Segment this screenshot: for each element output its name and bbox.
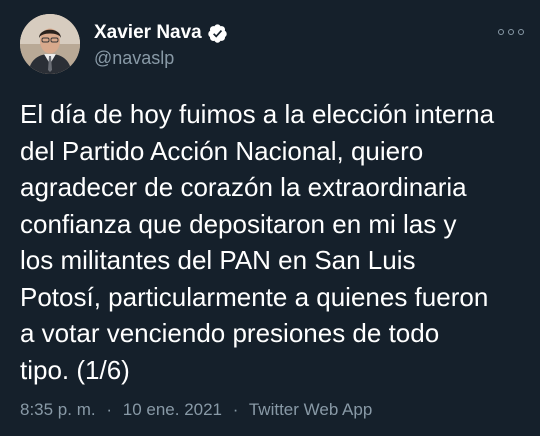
display-name-row: Xavier Nava: [94, 20, 228, 46]
author-handle[interactable]: @navaslp: [94, 48, 228, 69]
tweet-meta: 8:35 p. m. · 10 ene. 2021 · Twitter Web …: [20, 400, 372, 420]
meta-separator: ·: [232, 400, 239, 419]
tweet-time[interactable]: 8:35 p. m.: [20, 400, 96, 419]
more-dot: [518, 29, 524, 35]
more-dot: [508, 29, 514, 35]
tweet-text-line: Potosí, particularmente a quienes fueron: [20, 281, 489, 312]
tweet-text-line: a votar venciendo presiones de todo: [20, 318, 440, 348]
tweet-text-line: tipo. (1/6): [20, 354, 130, 385]
avatar[interactable]: [20, 14, 80, 74]
more-dot: [498, 29, 504, 35]
tweet-date[interactable]: 10 ene. 2021: [123, 400, 222, 419]
meta-separator: ·: [106, 400, 113, 419]
tweet-header: Xavier Nava @navaslp: [20, 14, 530, 78]
tweet-text-line: El día de hoy fuimos a la elección inter…: [20, 99, 495, 129]
more-options-icon[interactable]: [498, 26, 524, 38]
tweet-source[interactable]: Twitter Web App: [249, 400, 372, 419]
display-name[interactable]: Xavier Nava: [94, 22, 202, 44]
tweet-text-line: agradecer de corazón la extraordinaria: [20, 172, 467, 202]
tweet-text-line: del Partido Acción Nacional, quiero: [20, 135, 424, 166]
tweet-text: El día de hoy fuimos a la elección inter…: [20, 96, 530, 388]
tweet-text-line: los militantes del PAN en San Luis: [20, 245, 416, 275]
author-names: Xavier Nava @navaslp: [94, 20, 228, 69]
profile-photo: [20, 14, 80, 74]
tweet-card: Xavier Nava @navaslp El día de hoy fuimo…: [0, 0, 540, 436]
verified-badge-icon: [208, 23, 227, 43]
tweet-text-line: confianza que depositaron en mi las y: [20, 208, 457, 239]
